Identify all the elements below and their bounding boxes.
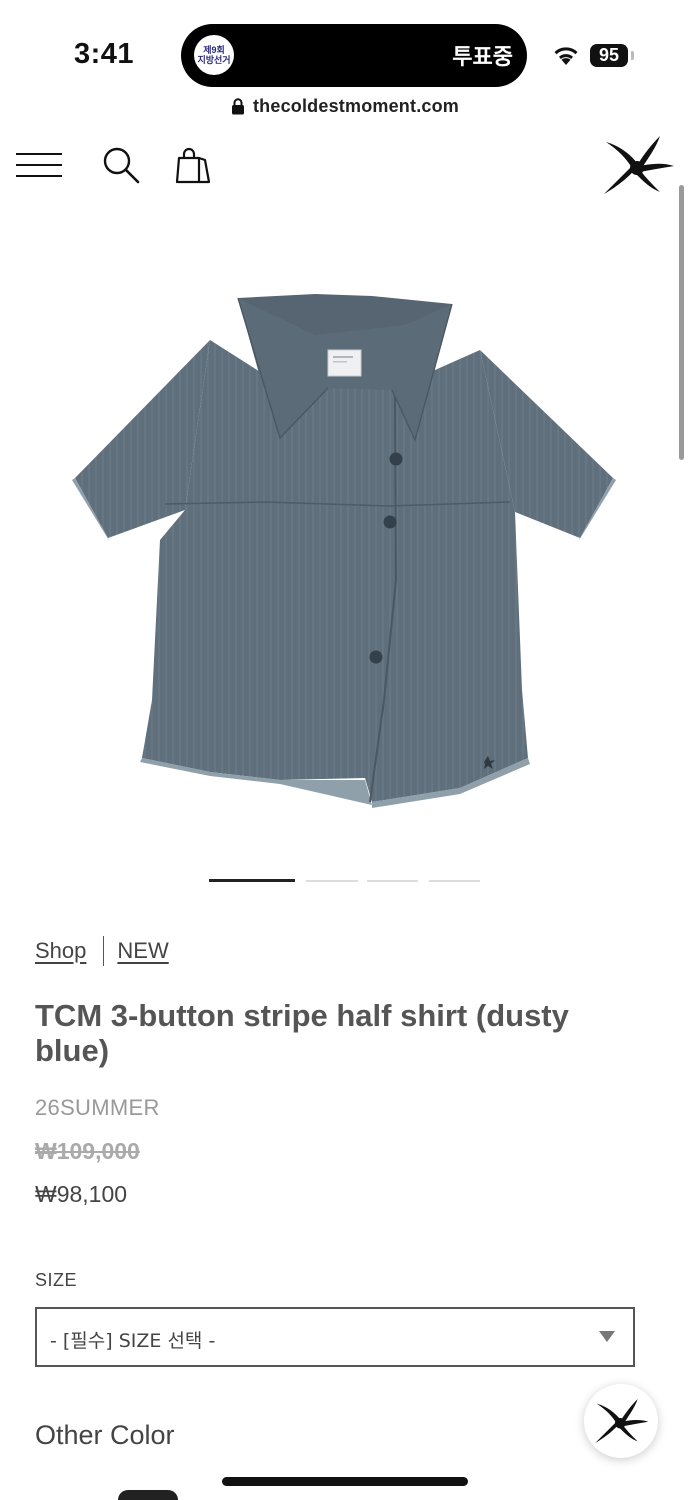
size-select[interactable]: - [필수] SIZE 선택 - (35, 1307, 635, 1367)
battery-icon: 95 (590, 44, 628, 67)
breadcrumb-divider (103, 936, 105, 966)
floating-logo-button[interactable] (584, 1384, 658, 1458)
other-color-heading: Other Color (35, 1420, 175, 1450)
search-icon[interactable] (102, 146, 140, 184)
badge-line-2: 지방선거 (197, 55, 231, 65)
color-swatch-thumbnail[interactable] (118, 1490, 178, 1500)
starfish-logo[interactable] (600, 132, 676, 198)
original-price: ₩109,000 (35, 1138, 140, 1164)
size-select-value: - [필수] SIZE 선택 - (50, 1330, 216, 1352)
status-time: 3:41 (74, 38, 135, 70)
size-label: SIZE (35, 1270, 78, 1290)
home-indicator[interactable] (222, 1477, 468, 1486)
breadcrumb-shop[interactable]: Shop (35, 938, 86, 964)
lock-icon (231, 97, 244, 114)
starfish-icon (595, 1399, 649, 1443)
bag-icon[interactable] (175, 146, 211, 184)
election-badge: 제9회 지방선거 (194, 35, 234, 75)
product-season: 26SUMMER (35, 1095, 160, 1120)
site-header (0, 130, 690, 202)
carousel-dot-3[interactable] (367, 880, 418, 882)
url-bar[interactable]: thecoldestmoment.com (0, 92, 690, 120)
island-status-text: 투표중 (452, 45, 513, 70)
badge-line-1: 제9회 (203, 45, 225, 55)
wifi-icon (554, 47, 578, 65)
sale-price: ₩98,100 (35, 1181, 128, 1207)
dynamic-island[interactable]: 제9회 지방선거 투표중 (181, 24, 527, 87)
battery-tip (631, 51, 634, 60)
menu-icon[interactable] (16, 152, 62, 178)
chevron-down-icon (599, 1331, 615, 1342)
product-image[interactable] (60, 280, 630, 830)
product-title: TCM 3-button stripe half shirt (dusty bl… (35, 998, 569, 1068)
carousel-dot-4[interactable] (429, 880, 480, 882)
breadcrumb: Shop NEW (35, 936, 169, 966)
status-bar: 3:41 제9회 지방선거 투표중 95 (0, 0, 690, 90)
url-text: thecoldestmoment.com (252, 95, 460, 116)
carousel-dot-1[interactable] (209, 879, 295, 882)
scrollbar[interactable] (679, 185, 684, 460)
carousel-dot-2[interactable] (306, 880, 358, 882)
breadcrumb-new[interactable]: NEW (117, 938, 168, 964)
